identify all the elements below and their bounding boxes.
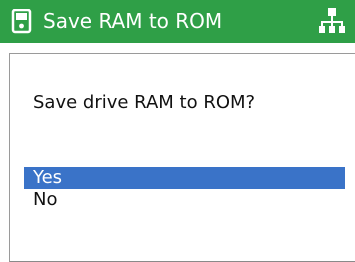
page-title: Save RAM to ROM: [43, 9, 223, 33]
device-icon: [10, 8, 34, 34]
dialog-panel: [9, 53, 355, 262]
option-yes[interactable]: Yes: [24, 167, 345, 189]
dialog-prompt: Save drive RAM to ROM?: [33, 92, 256, 113]
title-bar: Save RAM to ROM: [0, 0, 355, 43]
option-no[interactable]: No: [24, 189, 345, 211]
drive-screen: Save RAM to ROM Save drive RAM to ROM? Y…: [0, 0, 355, 262]
network-icon: [319, 7, 345, 35]
